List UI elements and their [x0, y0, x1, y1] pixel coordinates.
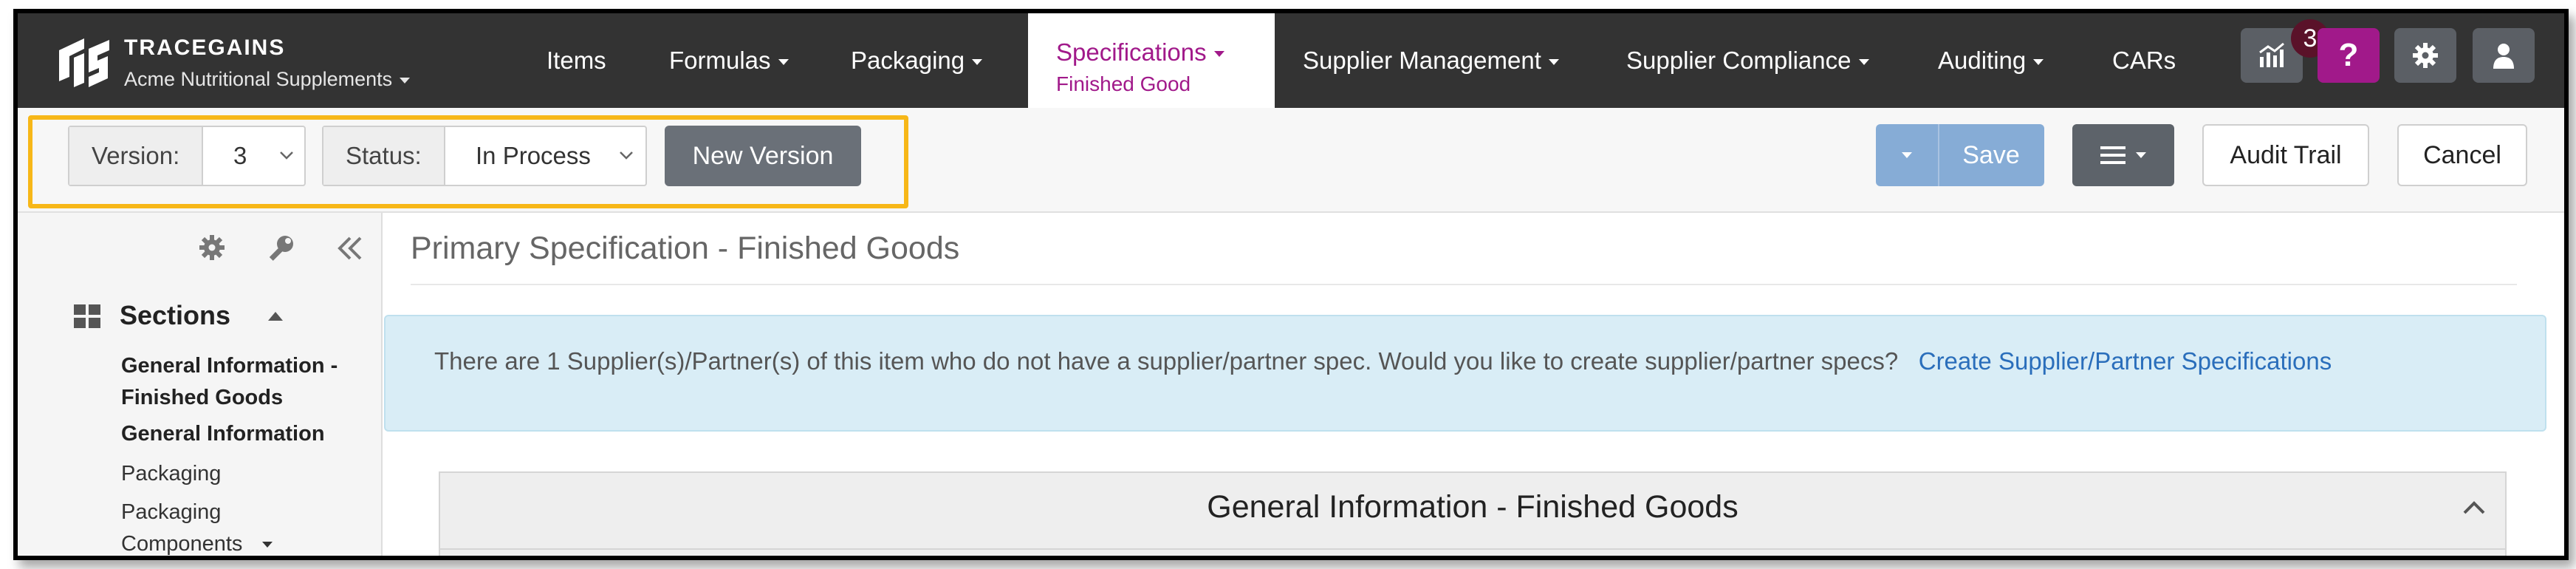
user-icon: [2493, 44, 2514, 69]
section-item-general-information-finished-goods[interactable]: General Information - Finished Goods: [121, 350, 372, 414]
save-options-toggle[interactable]: [1876, 124, 1939, 186]
nav-cars-label: CARs: [2112, 47, 2176, 74]
hamburger-icon: [2100, 146, 2125, 164]
nav-supplier-compliance[interactable]: Supplier Compliance: [1626, 13, 1869, 108]
nav-formulas-label: Formulas: [669, 47, 771, 74]
sections-sidebar: Sections General Information - Finished …: [18, 213, 383, 556]
section-item-packaging-components-label: Packaging Components: [121, 500, 243, 556]
chevron-up-icon[interactable]: [2462, 500, 2486, 516]
tracegains-logo-icon: [59, 38, 109, 87]
chevron-down-icon: [972, 59, 983, 66]
nav-supplier-management[interactable]: Supplier Management: [1303, 13, 1559, 108]
chevron-down-icon: [1213, 51, 1224, 58]
version-value: 3: [233, 142, 247, 169]
wrench-icon[interactable]: [266, 234, 295, 263]
create-supplier-partner-specs-link[interactable]: Create Supplier/Partner Specifications: [1919, 347, 2332, 375]
chevron-up-icon: [268, 312, 283, 321]
nav-specifications-title-row: Specifications: [1056, 38, 1224, 67]
page-title: Primary Specification - Finished Goods: [411, 231, 960, 266]
version-select[interactable]: Version: 3: [68, 126, 306, 186]
chevron-down-icon: [261, 542, 273, 548]
title-divider: [411, 284, 2517, 285]
chevron-down-icon: [620, 151, 633, 160]
actions-menu-button[interactable]: [2072, 124, 2174, 186]
general-information-finished-goods-panel: General Information - Finished Goods: [439, 471, 2507, 556]
nav-items[interactable]: Items: [547, 13, 606, 108]
status-value: In Process: [476, 142, 591, 169]
missing-supplier-spec-alert: There are 1 Supplier(s)/Partner(s) of th…: [384, 315, 2546, 432]
cancel-button[interactable]: Cancel: [2397, 124, 2527, 186]
nav-packaging[interactable]: Packaging: [851, 13, 983, 108]
chevron-down-icon: [2136, 152, 2146, 158]
nav-supplier-management-label: Supplier Management: [1303, 47, 1541, 74]
chevron-down-icon: [1548, 59, 1559, 66]
save-button[interactable]: Save: [1938, 124, 2044, 186]
gear-icon: [2413, 43, 2438, 68]
audit-trail-button[interactable]: Audit Trail: [2202, 124, 2369, 186]
chart-icon: [2259, 42, 2284, 67]
version-label: Version:: [69, 127, 204, 185]
section-item-general-information[interactable]: General Information: [121, 418, 372, 450]
chevron-down-icon: [400, 77, 411, 84]
save-button-group[interactable]: Save: [1876, 124, 2044, 186]
new-version-button[interactable]: New Version: [665, 126, 861, 186]
nav-formulas[interactable]: Formulas: [669, 13, 789, 108]
nav-specifications[interactable]: Specifications Finished Good: [1028, 13, 1275, 108]
question-icon: ?: [2338, 37, 2359, 73]
sections-label: Sections: [120, 300, 231, 330]
brand-name: TRACEGAINS: [124, 35, 286, 60]
chevron-down-icon: [1902, 152, 1912, 158]
nav-packaging-label: Packaging: [851, 47, 965, 74]
help-button[interactable]: ?: [2318, 28, 2380, 83]
nav-supplier-compliance-label: Supplier Compliance: [1626, 47, 1852, 74]
chevron-down-icon: [2033, 59, 2044, 66]
panel-divider: [440, 548, 2505, 550]
user-menu-button[interactable]: [2473, 28, 2535, 83]
main-content: Primary Specification - Finished Goods T…: [383, 213, 2564, 556]
app-window: TRACEGAINS Acme Nutritional Supplements …: [13, 9, 2569, 560]
gear-icon[interactable]: [198, 234, 226, 262]
chevron-down-icon: [778, 59, 789, 66]
nav-items-label: Items: [547, 47, 606, 74]
status-label: Status:: [323, 127, 445, 185]
nav-cars[interactable]: CARs: [2112, 13, 2176, 108]
nav-specifications-subtitle: Finished Good: [1056, 72, 1191, 95]
nav-specifications-label: Specifications: [1056, 38, 1207, 66]
panel-title: General Information - Finished Goods: [1207, 489, 1739, 525]
nav-auditing[interactable]: Auditing: [1938, 13, 2044, 108]
grid-icon: [74, 304, 100, 328]
top-navbar: TRACEGAINS Acme Nutritional Supplements …: [18, 13, 2564, 108]
chevron-down-icon: [1858, 59, 1869, 66]
organization-name: Acme Nutritional Supplements: [124, 68, 393, 90]
status-select[interactable]: Status: In Process: [322, 126, 647, 186]
section-item-packaging[interactable]: Packaging: [121, 458, 372, 490]
collapse-sidebar-icon[interactable]: [335, 234, 365, 263]
section-item-packaging-components[interactable]: Packaging Components: [121, 497, 284, 556]
settings-button[interactable]: [2394, 28, 2456, 83]
nav-auditing-label: Auditing: [1938, 47, 2027, 74]
organization-selector[interactable]: Acme Nutritional Supplements: [124, 68, 411, 91]
chevron-down-icon: [280, 151, 293, 160]
alert-message: There are 1 Supplier(s)/Partner(s) of th…: [434, 347, 1899, 375]
spec-toolbar: Version: 3 Status: In Process New Versio…: [18, 108, 2564, 213]
